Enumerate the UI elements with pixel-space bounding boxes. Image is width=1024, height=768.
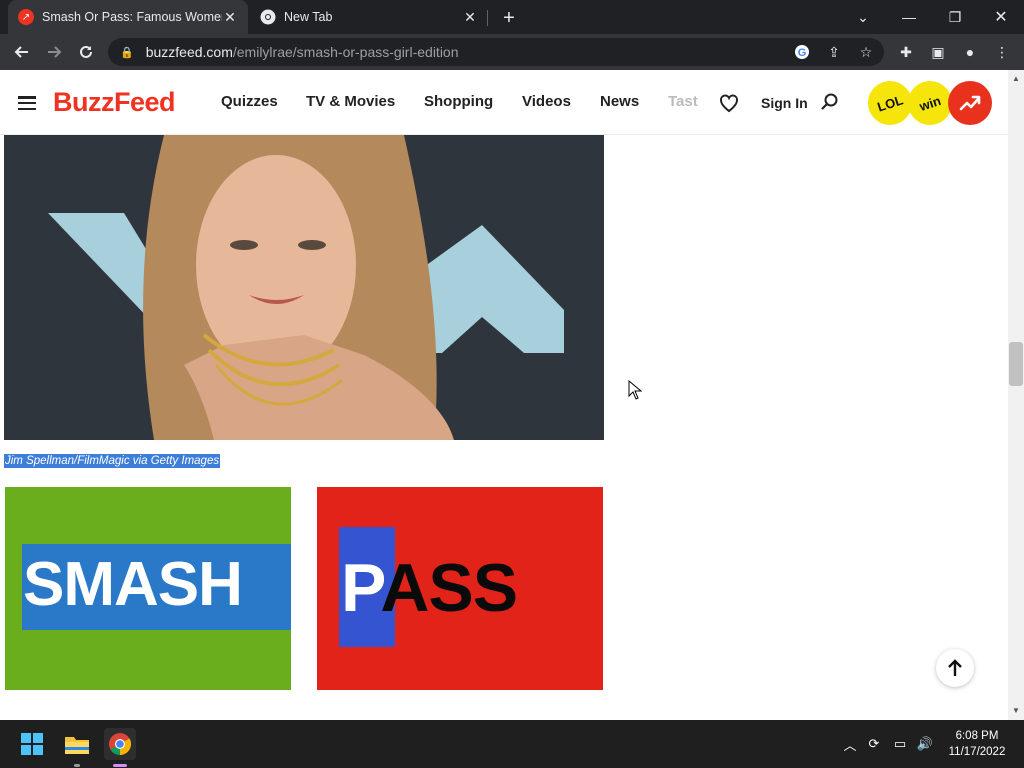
profile-icon[interactable]: ● xyxy=(960,42,980,62)
image-credit: Jim Spellman/FilmMagic via Getty Images xyxy=(4,454,221,468)
tab-title: New Tab xyxy=(284,10,333,24)
trending-icon[interactable] xyxy=(948,81,992,125)
scroll-up-icon[interactable]: ▲ xyxy=(1012,74,1020,83)
sidepanel-icon[interactable]: ▣ xyxy=(928,42,948,62)
new-tab-button[interactable]: + xyxy=(498,7,520,29)
scroll-thumb[interactable] xyxy=(1009,342,1023,386)
celebrity-photo xyxy=(4,135,604,440)
smash-label: SMASH xyxy=(23,550,243,619)
buzzfeed-favicon-icon: ↗ xyxy=(18,9,34,25)
close-window-button[interactable]: ✕ xyxy=(978,0,1024,34)
lock-icon[interactable]: 🔒 xyxy=(120,46,134,59)
pass-label-first-letter: P xyxy=(341,550,381,626)
svg-text:G: G xyxy=(798,47,807,59)
volume-icon[interactable]: 🔊 xyxy=(915,734,935,754)
chrome-icon[interactable] xyxy=(104,728,136,760)
nav-news[interactable]: News xyxy=(600,93,639,110)
address-bar[interactable]: 🔒 buzzfeed.com/emilylrae/smash-or-pass-g… xyxy=(108,38,884,66)
tab-smash-or-pass[interactable]: ↗ Smash Or Pass: Famous Women E ✕ xyxy=(8,0,248,34)
star-icon[interactable]: ☆ xyxy=(856,42,876,62)
clock-date: 11/17/2022 xyxy=(948,746,1006,758)
sign-in-link[interactable]: Sign In xyxy=(761,95,808,111)
smash-option[interactable]: SMASH xyxy=(5,487,291,690)
restore-button[interactable]: ❐ xyxy=(932,0,978,34)
tab-title: Smash Or Pass: Famous Women E xyxy=(42,10,222,24)
article-content: Jim Spellman/FilmMagic via Getty Images … xyxy=(0,135,1008,720)
share-icon[interactable]: ⇪ xyxy=(824,42,844,62)
site-header: BuzzFeed Quizzes TV & Movies Shopping Vi… xyxy=(0,70,1008,135)
windows-start-icon[interactable] xyxy=(16,728,48,760)
tab-separator xyxy=(487,10,488,26)
nav-tv-movies[interactable]: TV & Movies xyxy=(306,93,395,110)
extensions-icon[interactable]: ✚ xyxy=(896,42,916,62)
url-path: /emilylrae/smash-or-pass-girl-edition xyxy=(232,44,459,60)
reload-icon[interactable] xyxy=(72,38,100,66)
scroll-top-icon[interactable] xyxy=(936,649,974,687)
windows-taskbar: ︿ ⟳ ▭ 🔊 6:08 PM 11/17/2022 xyxy=(0,720,1024,768)
close-tab-icon[interactable]: ✕ xyxy=(462,9,478,25)
pass-label: PASS xyxy=(341,550,518,626)
url-host: buzzfeed.com xyxy=(145,44,233,60)
forward-icon[interactable] xyxy=(40,38,68,66)
google-icon[interactable]: G xyxy=(792,42,812,62)
scroll-down-icon[interactable]: ▼ xyxy=(1012,706,1020,715)
menu-icon[interactable]: ⋮ xyxy=(992,42,1012,62)
nav-quizzes[interactable]: Quizzes xyxy=(221,93,278,110)
tab-strip: ↗ Smash Or Pass: Famous Women E ✕ New Ta… xyxy=(0,0,1024,34)
hamburger-menu-icon[interactable] xyxy=(18,96,36,110)
search-icon[interactable] xyxy=(820,92,840,112)
chrome-active-indicator xyxy=(113,764,127,767)
page-scrollbar[interactable]: ▲ ▼ xyxy=(1008,70,1024,720)
nav-shopping[interactable]: Shopping xyxy=(424,93,493,110)
network-icon[interactable]: ▭ xyxy=(890,734,910,754)
mouse-cursor xyxy=(628,379,643,400)
minimize-button[interactable]: — xyxy=(886,0,932,34)
clock-time: 6:08 PM xyxy=(955,730,999,742)
heart-icon[interactable] xyxy=(718,92,740,114)
tab-new-tab[interactable]: New Tab ✕ xyxy=(250,0,488,34)
back-icon[interactable] xyxy=(8,38,36,66)
tab-search-icon[interactable]: ⌄ xyxy=(840,0,886,34)
chrome-favicon-icon xyxy=(260,9,276,25)
buzzfeed-logo[interactable]: BuzzFeed xyxy=(53,87,176,118)
close-tab-icon[interactable]: ✕ xyxy=(222,9,238,25)
taskbar-clock[interactable]: 6:08 PM 11/17/2022 xyxy=(944,728,1010,760)
file-explorer-icon[interactable] xyxy=(61,728,93,760)
chevron-up-icon[interactable]: ︿ xyxy=(840,734,860,754)
nav-tasty[interactable]: Tasty xyxy=(668,93,698,110)
nav-videos[interactable]: Videos xyxy=(522,93,571,110)
sync-icon[interactable]: ⟳ xyxy=(864,734,884,754)
pass-option[interactable]: PASS xyxy=(317,487,603,690)
explorer-running-indicator xyxy=(74,764,80,767)
browser-toolbar: 🔒 buzzfeed.com/emilylrae/smash-or-pass-g… xyxy=(0,34,1024,70)
